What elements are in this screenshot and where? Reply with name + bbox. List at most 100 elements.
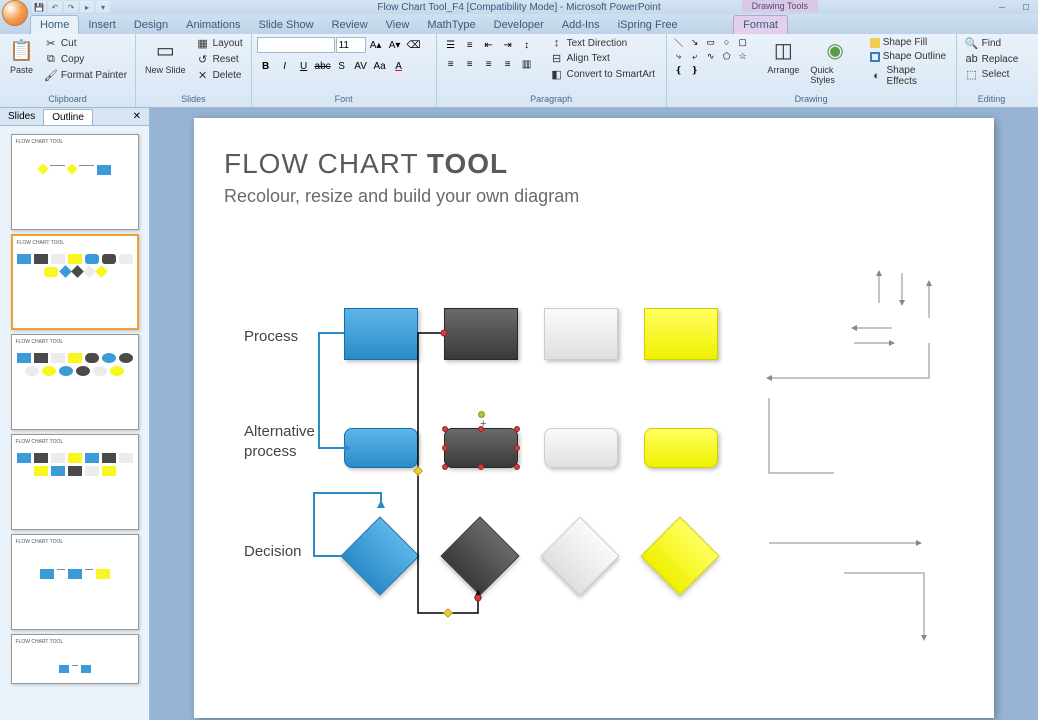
align-left-button[interactable]: ≡ [442, 55, 460, 73]
shape-process-gray[interactable] [544, 308, 618, 360]
label-process[interactable]: Process [244, 328, 298, 345]
clear-format-icon[interactable]: ⌫ [405, 36, 423, 54]
shape-brace2-icon[interactable]: ❵ [688, 64, 702, 76]
decrease-font-icon[interactable]: A▾ [386, 36, 404, 54]
shape-gallery[interactable]: ＼ ↘ ▭ ○ ▢ ⤷ ⤶ ∿ ⬠ ☆ ❴ ❵ [672, 36, 761, 76]
arrange-button[interactable]: ◫ Arrange [763, 36, 803, 77]
shape-elbow-icon[interactable]: ⤶ [688, 50, 702, 62]
shape-brace-icon[interactable]: ❴ [672, 64, 686, 76]
tab-slideshow[interactable]: Slide Show [250, 16, 323, 34]
increase-font-icon[interactable]: A▴ [367, 36, 385, 54]
tab-developer[interactable]: Developer [485, 16, 553, 34]
slide-title[interactable]: FLOW CHART TOOL [224, 148, 964, 180]
shape-fill-button[interactable]: Shape Fill [867, 36, 951, 49]
format-painter-button[interactable]: 🖌Format Painter [41, 68, 130, 83]
office-button[interactable] [2, 0, 28, 26]
conn-handle-l[interactable] [442, 445, 448, 451]
label-altprocess2[interactable]: process [244, 443, 297, 460]
minimize-button[interactable]: ─ [990, 1, 1014, 13]
label-decision[interactable]: Decision [244, 543, 302, 560]
conn-handle-tr[interactable] [514, 426, 520, 432]
justify-button[interactable]: ≡ [499, 55, 517, 73]
change-case-button[interactable]: Aa [371, 57, 389, 75]
align-center-button[interactable]: ≡ [461, 55, 479, 73]
line-spacing-button[interactable]: ↕ [518, 36, 536, 54]
numbering-button[interactable]: ≡ [461, 36, 479, 54]
shape-outline-button[interactable]: Shape Outline [867, 50, 951, 63]
shape-rect-icon[interactable]: ▭ [704, 36, 718, 48]
slide-thumb-3[interactable]: FLOW CHART TOOL [11, 334, 139, 430]
shape-altprocess-blue[interactable] [344, 428, 418, 468]
conn-handle-b[interactable] [478, 464, 484, 470]
tab-animations[interactable]: Animations [177, 16, 249, 34]
copy-button[interactable]: ⧉Copy [41, 52, 130, 67]
slide-editor[interactable]: FLOW CHART TOOL Recolour, resize and bui… [150, 108, 1038, 720]
shape-process-yellow[interactable] [644, 308, 718, 360]
shape-process-blue[interactable] [344, 308, 418, 360]
increase-indent-button[interactable]: ⇥ [499, 36, 517, 54]
shape-decision-gray[interactable] [540, 516, 619, 595]
conn-handle-r[interactable] [514, 445, 520, 451]
paste-button[interactable]: 📋 Paste [5, 36, 38, 77]
conn-handle-tl[interactable] [442, 426, 448, 432]
underline-button[interactable]: U [295, 57, 313, 75]
new-slide-button[interactable]: ▭ New Slide [141, 36, 190, 77]
select-button[interactable]: ⬚Select [962, 67, 1013, 82]
reset-button[interactable]: ↺Reset [193, 52, 246, 67]
tab-view[interactable]: View [377, 16, 419, 34]
strikethrough-button[interactable]: abc [314, 57, 332, 75]
shape-decision-yellow[interactable] [640, 516, 719, 595]
tab-format[interactable]: Format [733, 15, 788, 34]
panel-tab-slides[interactable]: Slides [0, 109, 43, 124]
shape-altprocess-yellow[interactable] [644, 428, 718, 468]
slide-thumb-1[interactable]: FLOW CHART TOOL [11, 134, 139, 230]
char-spacing-button[interactable]: AV [352, 57, 370, 75]
tab-insert[interactable]: Insert [79, 16, 125, 34]
slide-subtitle[interactable]: Recolour, resize and build your own diag… [224, 186, 964, 207]
qat-dropdown-icon[interactable]: ▾ [96, 1, 110, 13]
tab-addins[interactable]: Add-Ins [553, 16, 609, 34]
shape-connector-icon[interactable]: ⤷ [672, 50, 686, 62]
qat-repeat-icon[interactable]: ▸ [80, 1, 94, 13]
find-button[interactable]: 🔍Find [962, 36, 1004, 51]
layout-button[interactable]: ▦Layout [193, 36, 246, 51]
shape-star-icon[interactable]: ☆ [736, 50, 750, 62]
bullets-button[interactable]: ☰ [442, 36, 460, 54]
align-right-button[interactable]: ≡ [480, 55, 498, 73]
shape-polygon-icon[interactable]: ⬠ [720, 50, 734, 62]
slide-thumb-4[interactable]: FLOW CHART TOOL [11, 434, 139, 530]
slide-canvas[interactable]: FLOW CHART TOOL Recolour, resize and bui… [194, 118, 994, 718]
decrease-indent-button[interactable]: ⇤ [480, 36, 498, 54]
columns-button[interactable]: ▥ [518, 55, 536, 73]
shadow-button[interactable]: S [333, 57, 351, 75]
font-color-button[interactable]: A [390, 57, 408, 75]
slide-thumb-5[interactable]: FLOW CHART TOOL [11, 534, 139, 630]
tab-ispring[interactable]: iSpring Free [609, 16, 687, 34]
slide-thumb-6[interactable]: FLOW CHART TOOL [11, 634, 139, 684]
qat-undo-icon[interactable]: ↶ [48, 1, 62, 13]
tab-home[interactable]: Home [30, 15, 79, 34]
delete-button[interactable]: ✕Delete [193, 68, 246, 83]
shape-oval-icon[interactable]: ○ [720, 36, 734, 48]
italic-button[interactable]: I [276, 57, 294, 75]
tab-review[interactable]: Review [323, 16, 377, 34]
font-family-combo[interactable] [257, 37, 335, 53]
replace-button[interactable]: abReplace [962, 52, 1022, 66]
shape-decision-dark[interactable] [440, 516, 519, 595]
shape-decision-blue[interactable] [340, 516, 419, 595]
shape-effects-button[interactable]: ◐Shape Effects [867, 64, 951, 88]
slide-thumb-2[interactable]: FLOW CHART TOOL [11, 234, 139, 330]
shape-process-dark[interactable] [444, 308, 518, 360]
arrow-templates[interactable] [844, 268, 964, 648]
shape-line-icon[interactable]: ＼ [672, 36, 686, 48]
shape-curve-icon[interactable]: ∿ [704, 50, 718, 62]
conn-handle-br[interactable] [514, 464, 520, 470]
shape-arrow-icon[interactable]: ↘ [688, 36, 702, 48]
shape-altprocess-gray[interactable] [544, 428, 618, 468]
maximize-button[interactable]: ☐ [1014, 1, 1038, 13]
tab-mathtype[interactable]: MathType [418, 16, 484, 34]
conn-handle-bl[interactable] [442, 464, 448, 470]
qat-save-icon[interactable]: 💾 [32, 1, 46, 13]
cut-button[interactable]: ✂Cut [41, 36, 130, 51]
panel-tab-outline[interactable]: Outline [43, 109, 93, 125]
